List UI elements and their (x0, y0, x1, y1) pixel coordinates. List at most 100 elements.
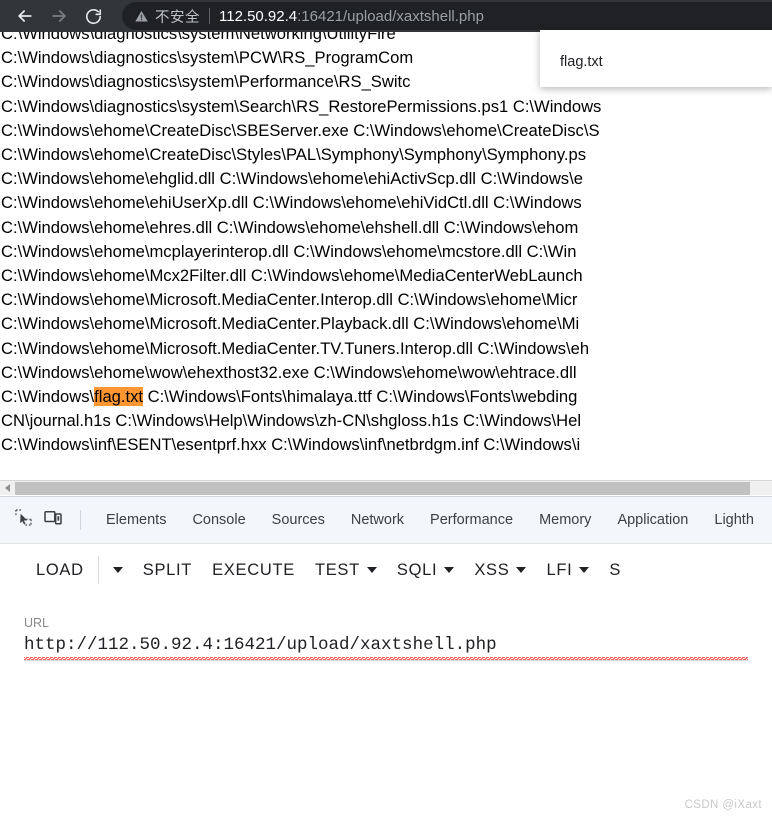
devtools-divider (80, 510, 81, 530)
page-content-area: C:\Windows\diagnostics\system\Networking… (0, 32, 772, 480)
url-path: :16421/upload/xaxtshell.php (297, 7, 484, 25)
button-label: LOAD (36, 560, 84, 579)
horizontal-scrollbar[interactable] (0, 480, 772, 495)
execute-button[interactable]: EXECUTE (202, 561, 305, 580)
url-input[interactable]: http://112.50.92.4:16421/upload/xaxtshel… (24, 635, 748, 661)
chevron-down-icon (112, 567, 123, 573)
load-button[interactable]: LOAD (26, 561, 94, 580)
reload-button[interactable] (78, 1, 108, 31)
output-text: C:\Windows\Fonts\himalaya.ttf C:\Windows… (143, 387, 578, 407)
output-text: C:\Windows\ehome\Mcx2Filter.dll C:\Windo… (1, 266, 583, 286)
output-line: C:\Windows\ehome\wow\ehexthost32.exe C:\… (0, 361, 772, 385)
inspect-element-button[interactable] (8, 505, 38, 535)
find-result-text: flag.txt (560, 54, 603, 70)
output-line: C:\Windows\ehome\CreateDisc\Styles\PAL\S… (0, 143, 772, 167)
output-line: C:\Windows\ehome\ehglid.dll C:\Windows\e… (0, 167, 772, 191)
device-toolbar-button[interactable] (38, 505, 68, 535)
output-line: C:\Windows\inf\ESENT\esentprf.hxx C:\Win… (0, 433, 772, 457)
hackbar-toolbar: LOAD SPLIT EXECUTE TEST SQLI XSS LFI S (0, 544, 772, 596)
output-text: C:\Windows\ehome\CreateDisc\Styles\PAL\S… (1, 145, 587, 165)
button-label: SQLI (396, 560, 438, 579)
test-button[interactable]: TEST (305, 561, 387, 580)
address-bar-url: 112.50.92.4:16421/upload/xaxtshell.php (219, 8, 484, 25)
output-line: C:\Windows\ehome\ehiUserXp.dll C:\Window… (0, 191, 772, 215)
find-result-popup[interactable]: flag.txt (540, 30, 772, 87)
xss-button[interactable]: XSS (464, 561, 536, 580)
output-line: C:\Windows\ehome\Microsoft.MediaCenter.P… (0, 312, 772, 336)
tab-memory[interactable]: Memory (526, 512, 604, 528)
output-line: C:\Windows\ehome\ehres.dll C:\Windows\eh… (0, 216, 772, 240)
output-line: C:\Windows\ehome\Microsoft.MediaCenter.I… (0, 288, 772, 312)
chevron-down-icon (516, 567, 527, 573)
output-line: CN\journal.h1s C:\Windows\Help\Windows\z… (0, 409, 772, 433)
button-label: XSS (474, 560, 510, 579)
csdn-watermark: CSDN @iXaxt (684, 799, 762, 811)
output-text: C:\Windows\ehome\Microsoft.MediaCenter.T… (1, 338, 590, 358)
output-text: C:\Windows\ehome\wow\ehexthost32.exe C:\… (1, 362, 577, 382)
output-text: C:\Windows\ehome\ehres.dll C:\Windows\eh… (1, 217, 579, 237)
chevron-down-icon (366, 567, 377, 573)
output-text: C:\Windows\diagnostics\system\Performanc… (1, 72, 411, 92)
toolbar-divider (97, 556, 99, 584)
tab-lighth[interactable]: Lighth (701, 512, 767, 528)
output-text: C:\Windows\ehome\mcplayerinterop.dll C:\… (1, 241, 577, 261)
arrow-left-icon (15, 6, 35, 26)
sqli-button[interactable]: SQLI (387, 561, 464, 580)
button-label: TEST (314, 560, 360, 579)
output-text: C:\Windows\diagnostics\system\Search\RS_… (1, 96, 602, 116)
tab-sources[interactable]: Sources (259, 512, 338, 528)
browser-toolbar: 不安全 112.50.92.4:16421/upload/xaxtshell.p… (0, 0, 772, 32)
output-line: C:\Windows\ehome\Microsoft.MediaCenter.T… (0, 337, 772, 361)
output-text: C:\Windows\ehome\CreateDisc\SBEServer.ex… (1, 120, 600, 140)
button-label: LFI (546, 560, 573, 579)
tab-performance[interactable]: Performance (417, 512, 526, 528)
split-button[interactable]: SPLIT (133, 561, 202, 580)
devtools-tabs: Elements Console Sources Network Performance… (93, 512, 767, 528)
output-line: C:\Windows\ehome\Mcx2Filter.dll C:\Windo… (0, 264, 772, 288)
load-dropdown-button[interactable] (103, 567, 133, 573)
url-field-label: URL (24, 616, 50, 630)
output-line: C:\Windows\ehome\mcplayerinterop.dll C:\… (0, 240, 772, 264)
forward-button[interactable] (44, 1, 74, 31)
output-line: C:\Windows\ehome\CreateDisc\SBEServer.ex… (0, 119, 772, 143)
findstr-output: C:\Windows\diagnostics\system\Networking… (0, 32, 772, 458)
back-button[interactable] (10, 1, 40, 31)
address-bar[interactable]: 不安全 112.50.92.4:16421/upload/xaxtshell.p… (122, 2, 772, 30)
output-text: C:\Windows\inf\ESENT\esentprf.hxx C:\Win… (1, 435, 581, 455)
output-text: C:\Windows\ehome\ehiUserXp.dll C:\Window… (1, 193, 582, 213)
lfi-button[interactable]: LFI (536, 561, 599, 580)
arrow-right-icon (49, 6, 69, 26)
scrollbar-thumb[interactable] (15, 481, 750, 495)
chevron-down-icon (579, 567, 590, 573)
security-status-label: 不安全 (155, 9, 200, 26)
device-toolbar-icon (44, 510, 62, 531)
chevron-down-icon (444, 567, 455, 573)
omnibox-divider (209, 8, 210, 24)
output-text: CN\journal.h1s C:\Windows\Help\Windows\z… (1, 411, 582, 431)
tab-application[interactable]: Application (604, 512, 701, 528)
tab-network[interactable]: Network (338, 512, 417, 528)
button-label: SPLIT (142, 560, 193, 579)
reload-icon (84, 7, 103, 26)
s-button[interactable]: S (599, 561, 631, 580)
scroll-left-arrow-icon[interactable] (0, 481, 15, 496)
output-text: C:\Windows\ehome\Microsoft.MediaCenter.P… (1, 314, 580, 334)
output-text: C:\Windows\ehome\Microsoft.MediaCenter.I… (1, 290, 578, 310)
warning-triangle-icon (134, 9, 149, 24)
output-text: C:\Windows\ (1, 387, 95, 407)
output-text: C:\Windows\ehome\ehglid.dll C:\Windows\e… (1, 169, 583, 189)
output-line: C:\Windows\flag.txt C:\Windows\Fonts\him… (0, 385, 772, 409)
hackbar-panel: LOAD SPLIT EXECUTE TEST SQLI XSS LFI S URL http… (0, 543, 772, 829)
devtools-tab-strip: Elements Console Sources Network Performance… (0, 496, 772, 543)
button-label: EXECUTE (212, 560, 295, 579)
inspect-element-icon (14, 509, 32, 531)
url-host: 112.50.92.4 (219, 7, 298, 25)
screenshot-root: 不安全 112.50.92.4:16421/upload/xaxtshell.p… (0, 0, 772, 829)
search-highlight: flag.txt (94, 387, 144, 407)
tab-console[interactable]: Console (179, 512, 258, 528)
tab-elements[interactable]: Elements (93, 512, 179, 528)
button-label: S (609, 560, 622, 579)
output-text: C:\Windows\diagnostics\system\PCW\RS_Pro… (1, 48, 414, 68)
url-field-group: URL http://112.50.92.4:16421/upload/xaxt… (24, 616, 748, 661)
output-line: C:\Windows\diagnostics\system\Search\RS_… (0, 95, 772, 119)
